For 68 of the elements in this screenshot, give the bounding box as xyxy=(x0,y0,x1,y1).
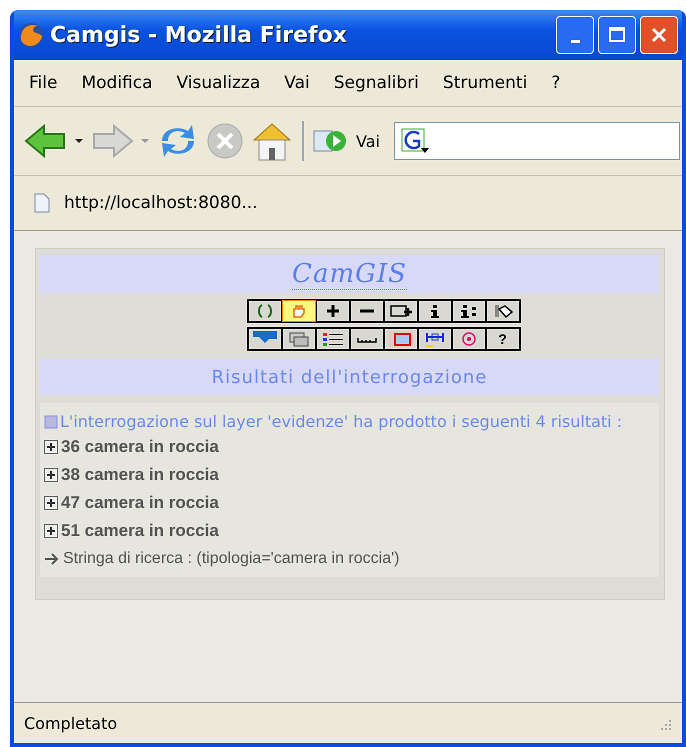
map-tool-button[interactable] xyxy=(248,328,282,350)
menu-item[interactable]: Strumenti xyxy=(442,73,528,93)
expand-toggle[interactable] xyxy=(44,524,58,538)
map-tool-button[interactable] xyxy=(418,328,452,350)
layers-icon xyxy=(289,332,308,346)
zoomin-icon xyxy=(325,304,340,318)
right-arrow-icon xyxy=(44,552,60,566)
frame-icon xyxy=(388,331,412,347)
menu-item[interactable]: Modifica xyxy=(81,73,153,93)
zoombox-icon xyxy=(390,305,412,318)
result-item[interactable]: 36 camera in roccia xyxy=(61,437,219,457)
result-item[interactable]: 51 camera in roccia xyxy=(61,521,219,541)
search-field[interactable] xyxy=(394,122,680,160)
menu-item[interactable]: File xyxy=(29,73,58,93)
map-tool-button[interactable] xyxy=(316,300,350,322)
pan-icon xyxy=(292,305,304,318)
summary-text: L'interrogazione sul layer 'evidenze' ha prodotto i seguenti 4 risultati : xyxy=(44,411,655,433)
back-button[interactable] xyxy=(24,123,68,159)
menu-item[interactable]: Visualizza xyxy=(176,73,260,93)
result-item[interactable]: 38 camera in roccia xyxy=(61,465,219,485)
left-arrow-icon xyxy=(24,123,68,159)
info-icon xyxy=(430,305,438,318)
logo: CamGIS xyxy=(292,258,407,290)
map-tool-button[interactable] xyxy=(282,328,316,350)
page-icon xyxy=(34,193,50,213)
target-icon xyxy=(462,332,476,346)
map-tool-button[interactable] xyxy=(486,300,520,322)
map-tool-button[interactable] xyxy=(248,300,282,322)
go-button[interactable]: Vai xyxy=(312,127,380,155)
expand-toggle[interactable] xyxy=(44,468,58,482)
legend-icon xyxy=(322,333,343,346)
right-arrow-icon xyxy=(90,123,134,159)
infolist-icon xyxy=(460,305,476,318)
dropdown-icon[interactable] xyxy=(74,138,84,144)
ruler-icon xyxy=(356,337,376,343)
map-tool-button[interactable] xyxy=(316,328,350,350)
address-field[interactable]: http://localhost:8080... xyxy=(64,193,258,213)
maximize-button[interactable] xyxy=(598,16,636,54)
map-tool-button[interactable] xyxy=(452,328,486,350)
globe-icon xyxy=(18,22,44,48)
query-text: Stringa di ricerca : (tipologia='camera in roccia') xyxy=(63,550,400,568)
map-tool-button[interactable] xyxy=(350,328,384,350)
maximize-icon xyxy=(608,26,626,44)
layer-icon xyxy=(44,415,58,429)
results-title: Risultati dell'interrogazione xyxy=(212,366,488,388)
map-tool-button[interactable] xyxy=(418,300,452,322)
scale-icon xyxy=(426,332,444,347)
menu-item[interactable]: Segnalibri xyxy=(334,73,419,93)
map-tool-button[interactable] xyxy=(384,328,418,350)
status-text: Completato xyxy=(24,714,118,732)
close-icon xyxy=(650,26,668,44)
map-tool-button[interactable] xyxy=(452,300,486,322)
map-tool-button[interactable] xyxy=(384,300,418,322)
search-engine-icon xyxy=(400,128,429,154)
map-tool-button[interactable]: ? xyxy=(486,328,520,350)
zoomout-icon xyxy=(360,310,374,312)
result-item[interactable]: 47 camera in roccia xyxy=(61,493,219,513)
map-tool-button[interactable] xyxy=(350,300,384,322)
expand-toggle[interactable] xyxy=(44,440,58,454)
menu-item[interactable]: Vai xyxy=(284,73,310,93)
menu-item[interactable]: ? xyxy=(551,73,560,93)
minimize-icon xyxy=(570,40,580,42)
expand-toggle[interactable] xyxy=(44,496,58,510)
stop-icon xyxy=(206,122,244,160)
window-title: Camgis - Mozilla Firefox xyxy=(50,22,347,48)
close-button[interactable] xyxy=(640,16,678,54)
minimize-button[interactable] xyxy=(556,16,594,54)
eraser-icon xyxy=(494,305,513,318)
